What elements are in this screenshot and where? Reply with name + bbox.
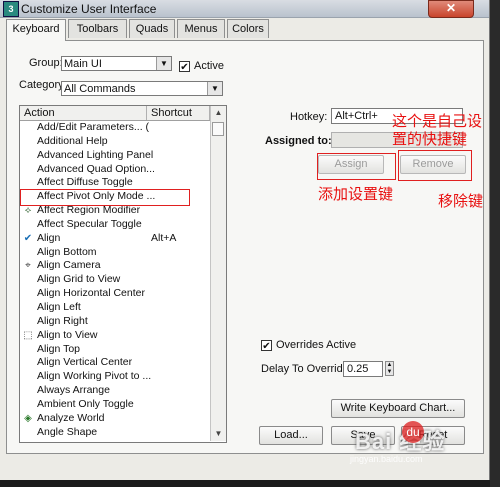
list-item[interactable]: Align Right (20, 315, 210, 329)
list-item-action: Align to View (37, 328, 98, 341)
delay-spinner[interactable]: ▲ ▼ (385, 361, 394, 376)
list-item[interactable]: Align Grid to View (20, 273, 210, 287)
active-label: Active (194, 60, 224, 72)
tab-toolbars[interactable]: Toolbars (68, 19, 127, 38)
annotation-hotkey-line2: 置的快捷键 (392, 131, 468, 148)
annotation-remove: 移除键 (438, 193, 484, 210)
list-item[interactable]: Ambient Only Toggle (20, 398, 210, 412)
list-item[interactable]: Align Vertical Center (20, 356, 210, 370)
list-item-action: Align Top (37, 342, 81, 355)
list-item-action: Advanced Lighting Panel (37, 148, 154, 161)
align-to-view-icon: ⬚ (23, 329, 33, 341)
keyboard-panel: Group: Main UI ▼ ✔ Active Category: All … (6, 40, 484, 454)
list-item[interactable]: Advanced Quad Option... (20, 163, 210, 177)
list-item[interactable]: ⌖ Align Camera (20, 259, 210, 273)
highlight-box-affect-pivot (20, 189, 190, 206)
list-item[interactable]: Align Bottom (20, 246, 210, 260)
assigned-to-label: Assigned to: (265, 135, 332, 147)
analyze-world-icon: ◈ (24, 412, 32, 424)
list-item[interactable]: ◈ Analyze World (20, 412, 210, 426)
tab-quads[interactable]: Quads (129, 19, 175, 38)
list-item-action: Align (37, 231, 61, 244)
affect-region-icon: ⟡ (24, 205, 32, 217)
tab-keyboard[interactable]: Keyboard (6, 19, 66, 41)
list-item[interactable]: Align Left (20, 301, 210, 315)
highlight-box-assign (317, 153, 396, 180)
list-item-action: Always Arrange (37, 384, 110, 397)
list-item-action: Additional Help (37, 134, 108, 147)
list-header: Action Shortcut (20, 106, 210, 121)
list-item-action: Align Horizontal Center (37, 287, 145, 300)
window-title: Customize User Interface (21, 2, 157, 16)
list-item-action: Align Grid to View (37, 273, 121, 286)
list-item-action: Align Bottom (37, 245, 97, 258)
list-item[interactable]: Affect Specular Toggle (20, 218, 210, 232)
tab-menus[interactable]: Menus (177, 19, 225, 38)
list-item-action: Analyze World (37, 411, 105, 424)
list-item[interactable]: Add/Edit Parameters... ( (20, 121, 210, 135)
list-rows: Add/Edit Parameters... (Additional Help A… (20, 121, 210, 439)
annotation-assign: 添加设置键 (318, 186, 394, 203)
list-item-shortcut: Alt+A (151, 231, 177, 244)
scroll-up-icon[interactable]: ▲ (211, 106, 226, 120)
list-item[interactable]: Align Horizontal Center (20, 287, 210, 301)
align-camera-icon: ⌖ (25, 260, 31, 272)
list-item[interactable]: ✔ Align Alt+A (20, 232, 210, 246)
tab-colors[interactable]: Colors (227, 19, 269, 38)
group-select-value: Main UI (64, 58, 102, 70)
list-scrollbar[interactable]: ▲ ▼ (210, 106, 226, 441)
list-item-action: Ambient Only Toggle (37, 397, 134, 410)
scroll-down-icon[interactable]: ▼ (211, 427, 226, 441)
watermark-paw-icon: du (402, 421, 424, 443)
column-header-action[interactable]: Action (20, 106, 147, 120)
chevron-down-icon: ▼ (156, 57, 171, 70)
app-icon: 3 (3, 1, 19, 17)
list-item[interactable]: Angle Shape (20, 426, 210, 440)
list-item[interactable]: ⬚ Align to View (20, 329, 210, 343)
list-item[interactable]: Always Arrange (20, 384, 210, 398)
close-button[interactable]: ✕ (428, 0, 474, 18)
list-item-action: Align Right (37, 314, 88, 327)
list-item[interactable]: Additional Help (20, 135, 210, 149)
overrides-active-label: Overrides Active (276, 339, 357, 351)
load-button[interactable]: Load... (259, 426, 323, 445)
customize-ui-window: 3 Customize User Interface ✕ Keyboard To… (0, 0, 490, 480)
hotkey-label: Hotkey: (290, 111, 328, 123)
category-select[interactable]: All Commands ▼ (61, 81, 223, 96)
watermark-logo: Bai 经验 (355, 429, 446, 454)
list-item-action: Align Left (37, 300, 81, 313)
list-item[interactable]: Align Top (20, 343, 210, 357)
list-item-action: Affect Specular Toggle (37, 217, 142, 230)
group-label: Group: (29, 57, 63, 69)
list-item[interactable]: ⟡ Affect Region Modifier (20, 204, 210, 218)
list-item-action: Affect Region Modifier (37, 204, 141, 217)
list-item-action: Angle Shape (37, 425, 98, 438)
group-select[interactable]: Main UI ▼ (61, 56, 172, 71)
highlight-box-remove (398, 150, 472, 181)
list-item[interactable]: Align Working Pivot to ... (20, 370, 210, 384)
list-item-action: Align Camera (37, 259, 101, 272)
category-select-value: All Commands (64, 83, 136, 95)
delay-to-override-input[interactable]: 0.25 (343, 361, 383, 377)
align-icon: ✔ (23, 232, 33, 244)
list-item-action: Align Working Pivot to ... (37, 370, 152, 383)
column-header-shortcut[interactable]: Shortcut (147, 106, 210, 120)
background-strip (490, 0, 500, 487)
list-item-action: Advanced Quad Option... (37, 162, 155, 175)
list-item[interactable]: Advanced Lighting Panel (20, 149, 210, 163)
chevron-down-icon: ▼ (207, 82, 222, 95)
list-item-action: Add/Edit Parameters... ( (37, 121, 150, 133)
delay-to-override-label: Delay To Override: (261, 363, 352, 375)
action-list[interactable]: Action Shortcut Add/Edit Parameters... (… (19, 105, 227, 443)
category-label: Category: (19, 79, 67, 91)
scroll-thumb[interactable] (212, 122, 224, 136)
active-checkbox[interactable]: ✔ (179, 61, 190, 73)
overrides-active-checkbox[interactable]: ✔ (261, 340, 272, 352)
title-bar[interactable]: 3 Customize User Interface ✕ (0, 0, 489, 18)
write-keyboard-chart-button[interactable]: Write Keyboard Chart... (331, 399, 465, 418)
watermark-url: jingyan.baidu.com (350, 454, 423, 464)
list-item-action: Align Vertical Center (37, 356, 133, 369)
close-icon: ✕ (445, 1, 457, 15)
